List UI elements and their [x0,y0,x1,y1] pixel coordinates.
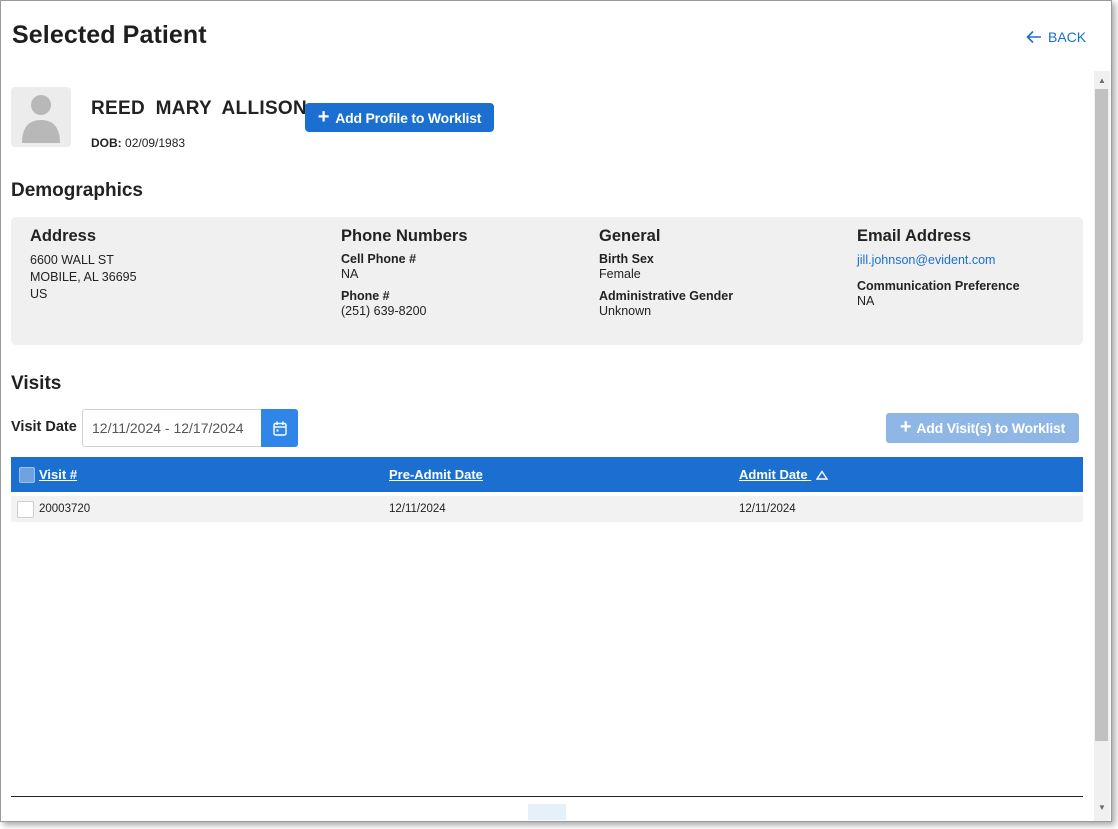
address-line3: US [30,287,48,301]
table-row[interactable]: 20003720 12/11/2024 12/11/2024 [11,496,1083,522]
avatar [11,87,71,147]
cell-visit-number: 20003720 [39,503,91,515]
address-line1: 6600 WALL ST [30,253,114,267]
address-heading: Address [30,227,97,245]
phone-heading: Phone Numbers [341,227,468,245]
column-header-admit-date[interactable]: Admit Date [739,467,829,482]
cell-phone-value: NA [341,267,359,281]
dob-value: 02/09/1983 [125,136,186,150]
scroll-up-icon[interactable]: ▲ [1096,75,1108,87]
phone-label: Phone # [341,289,390,303]
admit-date-label: Admit Date [739,467,808,482]
column-header-pre-admit-date[interactable]: Pre-Admit Date [389,467,483,482]
phone-value: (251) 639-8200 [341,304,427,318]
general-heading: General [599,227,661,245]
comm-pref-value: NA [857,294,875,308]
visits-title: Visits [11,373,62,394]
phone-column: Phone Numbers Cell Phone # NA Phone # (2… [341,227,468,320]
sort-ascending-icon [816,470,829,480]
calendar-icon [272,421,287,436]
address-column: Address 6600 WALL ST MOBILE, AL 36695 US [30,227,137,303]
column-header-visit[interactable]: Visit # [39,467,77,482]
patient-dob: DOB: 02/09/1983 [91,136,185,150]
footer-handle[interactable] [528,804,566,820]
visit-date-range-input[interactable]: 12/11/2024 - 12/17/2024 [82,409,262,447]
patient-name: REED MARY ALLISON [91,98,308,119]
back-label: BACK [1048,29,1087,45]
cell-admit-date: 12/11/2024 [739,503,796,515]
admin-gender-value: Unknown [599,304,652,318]
email-column: Email Address jill.johnson@evident.com C… [857,227,1020,310]
visit-date-label: Visit Date [11,419,77,435]
selected-patient-window: Selected Patient BACK ▲ ▼ REED MARY ALLI… [0,0,1112,822]
footer-divider [11,796,1083,797]
demographics-card: Address 6600 WALL ST MOBILE, AL 36695 US… [11,217,1083,345]
visits-table-header: Visit # Pre-Admit Date Admit Date [11,457,1083,492]
calendar-button[interactable] [261,409,298,447]
general-column: General Birth Sex Female Administrative … [599,227,733,320]
plus-icon: + [317,105,330,128]
back-button[interactable]: BACK [1026,29,1086,45]
birth-sex-value: Female [599,267,641,281]
add-profile-to-worklist-button[interactable]: + Add Profile to Worklist [305,103,494,132]
add-visits-to-worklist-button[interactable]: + Add Visit(s) to Worklist [886,413,1079,443]
page-title: Selected Patient [12,21,207,49]
user-icon [22,95,60,143]
address-line2: MOBILE, AL 36695 [30,270,137,284]
select-all-checkbox[interactable] [19,467,35,483]
cell-phone-label: Cell Phone # [341,252,417,266]
birth-sex-label: Birth Sex [599,252,654,266]
comm-pref-label: Communication Preference [857,279,1020,293]
add-profile-label: Add Profile to Worklist [335,109,482,126]
arrow-left-icon [1026,30,1041,44]
plus-icon: + [899,416,912,438]
add-visits-label: Add Visit(s) to Worklist [916,420,1066,436]
admin-gender-label: Administrative Gender [599,289,734,303]
scroll-down-icon[interactable]: ▼ [1096,802,1108,814]
row-checkbox[interactable] [17,501,34,518]
email-heading: Email Address [857,227,972,245]
cell-pre-admit-date: 12/11/2024 [389,503,446,515]
dob-label: DOB: [91,136,122,150]
scrollbar-thumb[interactable] [1095,89,1108,741]
email-link[interactable]: jill.johnson@evident.com [857,252,1020,269]
demographics-title: Demographics [11,180,143,201]
